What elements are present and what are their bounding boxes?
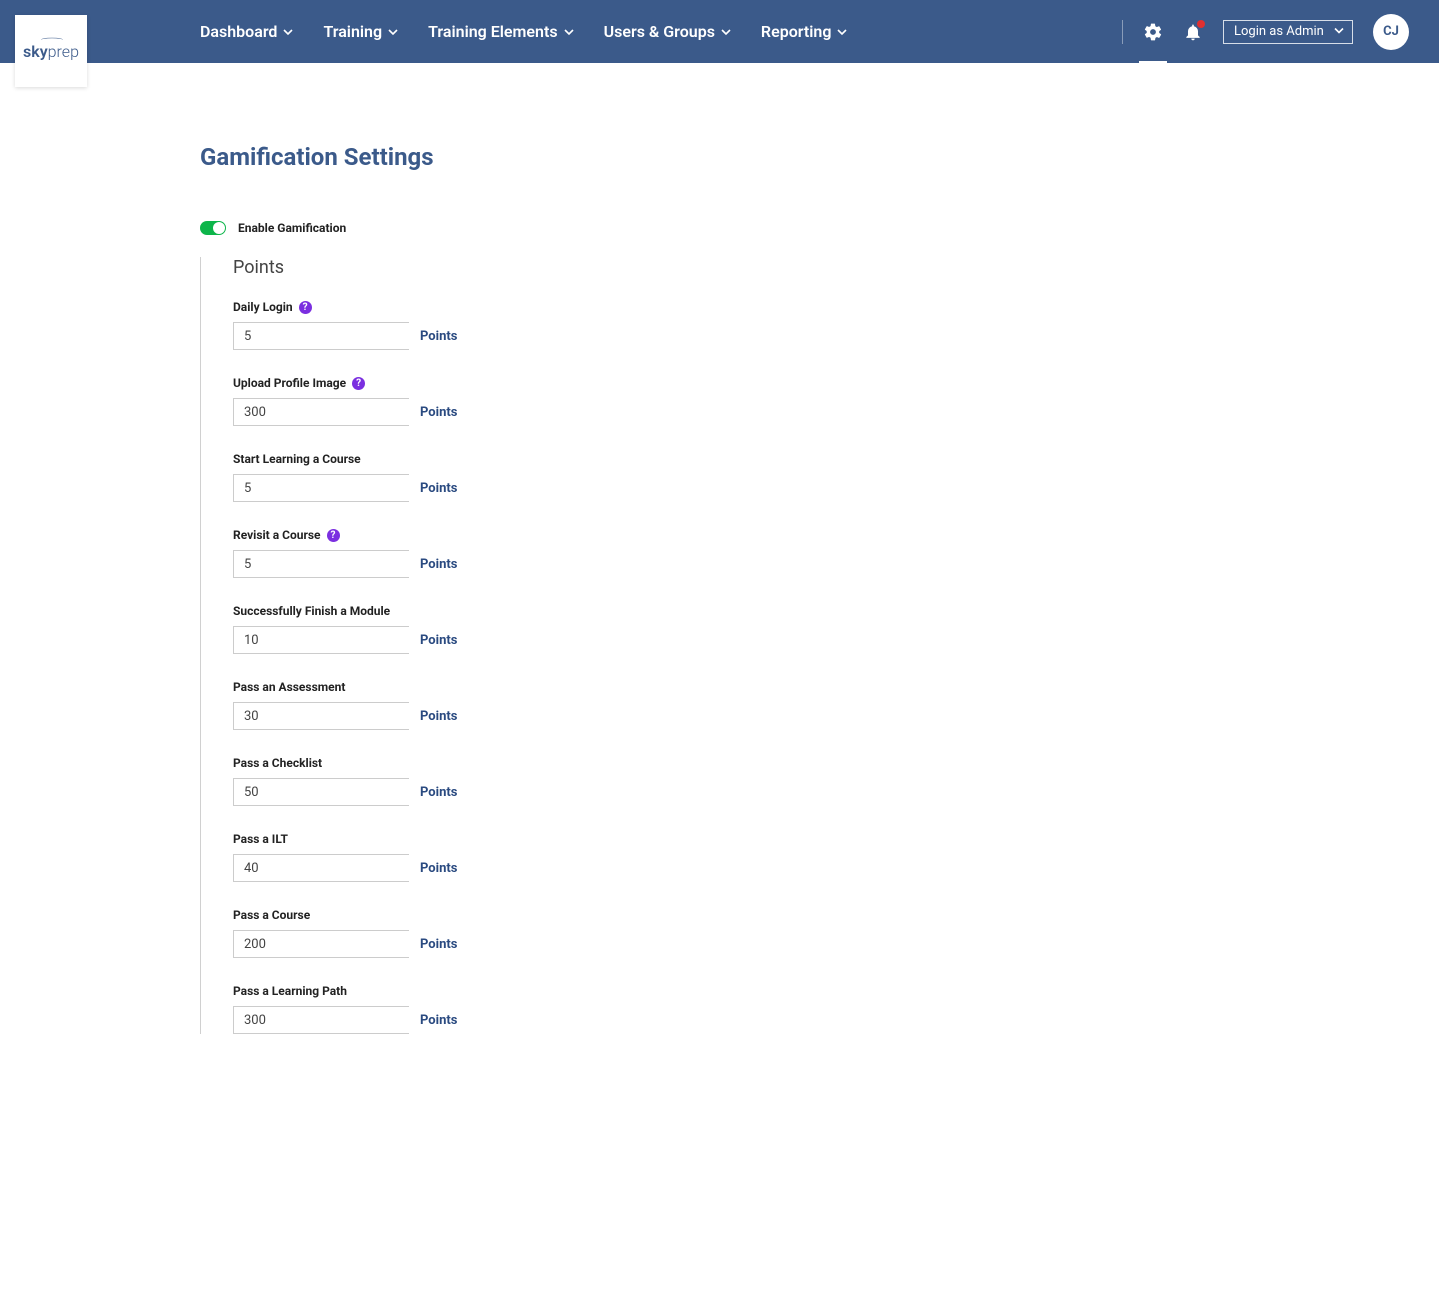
field-pass-ilt: Pass a ILT Points [233,832,1439,882]
nav-training-elements-label: Training Elements [428,22,557,41]
field-label: Start Learning a Course [233,452,361,466]
nav-training[interactable]: Training [323,22,398,41]
field-label: Pass an Assessment [233,680,345,694]
input-group: Points [233,398,409,426]
points-suffix: Points [420,861,467,876]
logo-text: skyprep [23,42,79,61]
input-group: Points [233,550,409,578]
app-header: skyprep Dashboard Training Training Elem… [0,0,1439,63]
nav-training-elements[interactable]: Training Elements [428,22,573,41]
points-suffix: Points [420,633,467,648]
help-icon[interactable]: ? [299,301,312,314]
field-pass-learning-path: Pass a Learning Path Points [233,984,1439,1034]
input-group: Points [233,702,409,730]
field-pass-course: Pass a Course Points [233,908,1439,958]
input-group: Points [233,854,409,882]
main-nav: Dashboard Training Training Elements Use… [200,22,847,41]
points-suffix: Points [420,557,467,572]
points-suffix: Points [420,1013,467,1028]
upload-profile-input[interactable] [234,399,420,425]
points-suffix: Points [420,329,467,344]
pass-checklist-input[interactable] [234,779,420,805]
field-label: Revisit a Course [233,528,321,542]
nav-reporting-label: Reporting [761,22,832,41]
field-label: Pass a Course [233,908,310,922]
pass-learning-path-input[interactable] [234,1007,420,1033]
toggle-knob [213,222,225,234]
login-as-select[interactable]: Login as Admin [1223,20,1353,44]
bell-icon [1183,27,1203,46]
daily-login-input[interactable] [234,323,420,349]
points-suffix: Points [420,405,467,420]
chevron-down-icon [283,27,293,37]
gear-icon [1143,27,1163,46]
settings-button[interactable] [1143,22,1163,42]
nav-users-groups[interactable]: Users & Groups [604,22,731,41]
page-title: Gamification Settings [200,143,1439,171]
start-learning-input[interactable] [234,475,420,501]
input-group: Points [233,1006,409,1034]
nav-dashboard[interactable]: Dashboard [200,22,293,41]
chevron-down-icon [1334,24,1344,39]
points-suffix: Points [420,785,467,800]
input-group: Points [233,474,409,502]
field-label: Upload Profile Image [233,376,346,390]
chevron-down-icon [837,27,847,37]
input-group: Points [233,322,409,350]
revisit-course-input[interactable] [234,551,420,577]
points-section-title: Points [233,257,1439,278]
input-group: Points [233,778,409,806]
points-suffix: Points [420,709,467,724]
field-pass-checklist: Pass a Checklist Points [233,756,1439,806]
field-label: Pass a Learning Path [233,984,347,998]
nav-training-label: Training [323,22,382,41]
points-suffix: Points [420,481,467,496]
main-content: Gamification Settings Enable Gamificatio… [0,63,1439,1120]
field-label: Pass a Checklist [233,756,322,770]
chevron-down-icon [564,27,574,37]
field-start-learning-course: Start Learning a Course Points [233,452,1439,502]
input-group: Points [233,930,409,958]
logo[interactable]: skyprep [15,15,87,87]
help-icon[interactable]: ? [327,529,340,542]
field-finish-module: Successfully Finish a Module Points [233,604,1439,654]
notification-dot-icon [1197,20,1205,28]
login-as-label: Login as Admin [1234,24,1324,39]
header-actions: Login as Admin CJ [1122,14,1409,50]
nav-users-groups-label: Users & Groups [604,22,715,41]
points-section: Points Daily Login ? Points Upload Profi… [200,257,1439,1034]
field-label: Successfully Finish a Module [233,604,390,618]
notifications-button[interactable] [1183,22,1203,42]
field-pass-assessment: Pass an Assessment Points [233,680,1439,730]
nav-dashboard-label: Dashboard [200,22,277,41]
avatar-initials: CJ [1383,24,1399,39]
field-upload-profile-image: Upload Profile Image ? Points [233,376,1439,426]
chevron-down-icon [388,27,398,37]
pass-ilt-input[interactable] [234,855,420,881]
input-group: Points [233,626,409,654]
pass-assessment-input[interactable] [234,703,420,729]
nav-reporting[interactable]: Reporting [761,22,848,41]
field-label: Pass a ILT [233,832,288,846]
points-suffix: Points [420,937,467,952]
help-icon[interactable]: ? [352,377,365,390]
divider [1122,20,1123,44]
finish-module-input[interactable] [234,627,420,653]
field-label: Daily Login [233,300,293,314]
field-daily-login: Daily Login ? Points [233,300,1439,350]
enable-gamification-toggle[interactable] [200,221,226,235]
enable-gamification-label: Enable Gamification [238,221,346,235]
enable-gamification-row: Enable Gamification [200,221,1439,235]
pass-course-input[interactable] [234,931,420,957]
chevron-down-icon [721,27,731,37]
avatar[interactable]: CJ [1373,14,1409,50]
field-revisit-course: Revisit a Course ? Points [233,528,1439,578]
